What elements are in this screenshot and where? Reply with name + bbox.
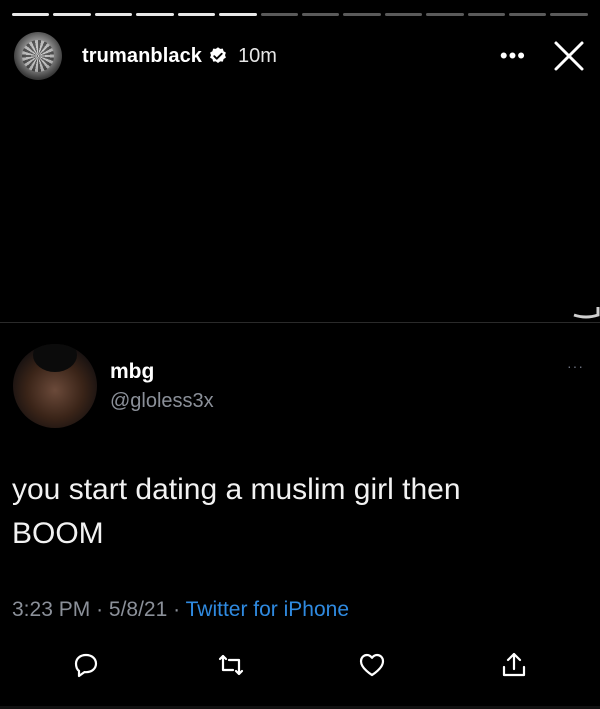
story-header: trumanblack 10m ••• — [14, 30, 586, 82]
verified-badge-icon — [208, 46, 228, 66]
more-icon[interactable]: ••• — [500, 43, 526, 69]
story-progress-segment — [12, 13, 50, 16]
tweet-source-link[interactable]: Twitter for iPhone — [186, 598, 349, 621]
tweet-handle[interactable]: @gloless3x — [110, 390, 214, 413]
story-progress-segment — [384, 13, 423, 16]
tweet-more-icon[interactable]: ··· — [567, 358, 584, 374]
story-progress-segment — [343, 13, 381, 16]
tweet-date: 5/8/21 — [108, 598, 168, 621]
tweet-actions — [0, 651, 600, 685]
story-progress-segment — [467, 13, 506, 16]
tweet-text-line2: BOOM — [12, 517, 104, 550]
story-time: 10m — [238, 44, 277, 67]
story-progress-segment — [301, 13, 340, 16]
story-progress-segment — [219, 13, 257, 16]
story-progress-segment — [177, 13, 216, 16]
story-progress-segment — [94, 13, 133, 16]
story-progress-segment — [426, 13, 464, 16]
meta-separator: · — [173, 598, 181, 621]
like-icon[interactable] — [358, 651, 386, 679]
close-icon[interactable] — [552, 39, 586, 73]
tweet-time: 3:23 PM — [12, 598, 91, 621]
tweet-text-line1: you start dating a muslim girl then — [12, 473, 461, 506]
story-progress-bar — [12, 13, 588, 16]
story-progress-segment — [260, 13, 298, 16]
meta-separator: · — [96, 598, 104, 621]
tweet-card: mbg @gloless3x ··· you start dating a mu… — [0, 334, 600, 709]
tweet-meta: 3:23 PM · 5/8/21 · Twitter for iPhone — [12, 598, 349, 622]
story-avatar[interactable] — [14, 32, 62, 80]
retweet-icon[interactable] — [217, 651, 245, 679]
story-progress-segment — [509, 13, 547, 16]
reply-icon[interactable] — [72, 651, 100, 679]
story-username[interactable]: trumanblack — [82, 45, 202, 68]
divider — [0, 322, 600, 323]
tweet-avatar[interactable] — [13, 344, 97, 428]
story-progress-segment — [136, 13, 174, 16]
share-icon[interactable] — [500, 651, 528, 679]
tweet-display-name[interactable]: mbg — [110, 360, 154, 384]
edge-decoration — [572, 305, 600, 319]
story-progress-segment — [550, 13, 588, 16]
story-progress-segment — [53, 13, 91, 16]
tweet-text: you start dating a muslim girl then BOOM — [12, 468, 572, 556]
